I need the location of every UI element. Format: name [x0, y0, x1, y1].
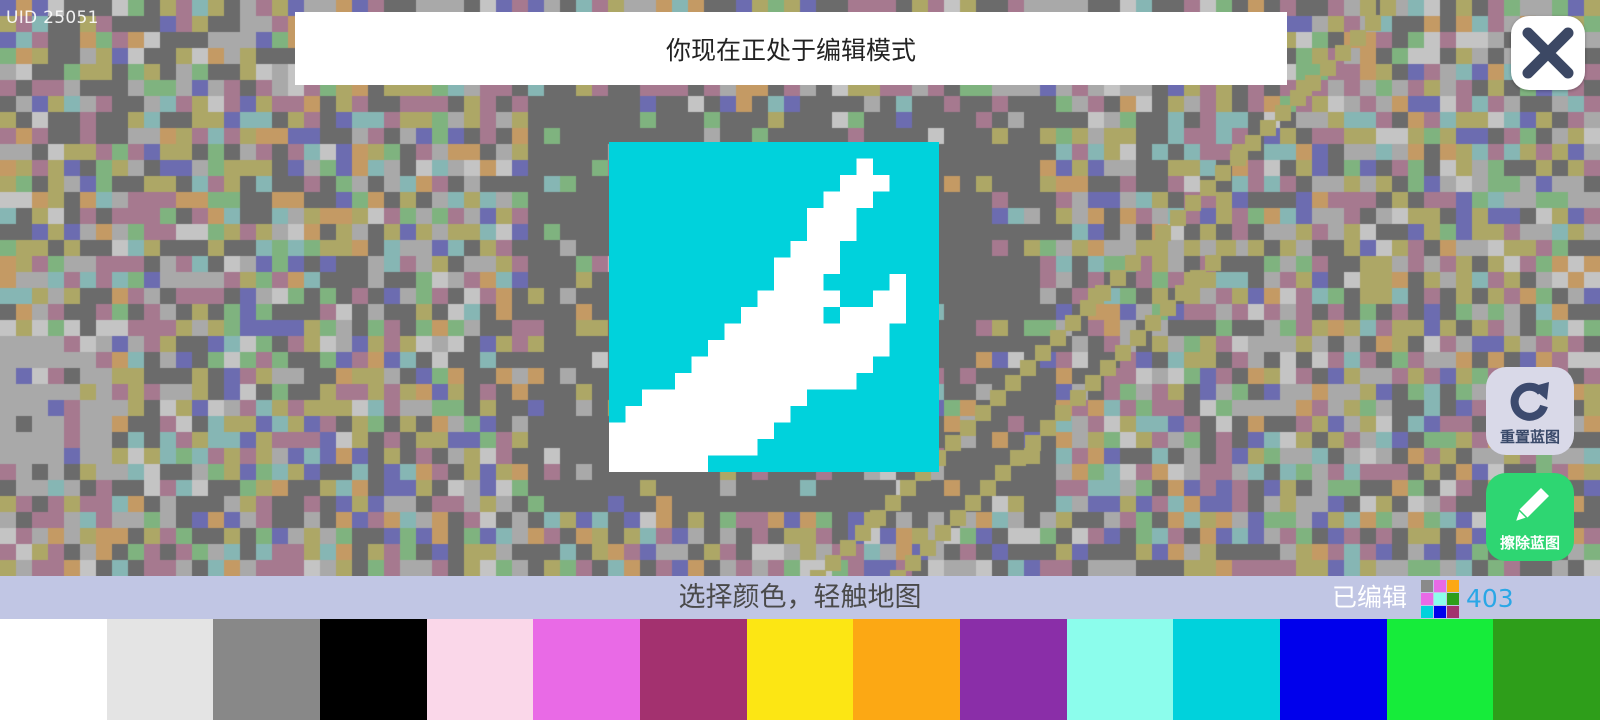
blueprint-preview — [609, 142, 939, 472]
color-swatch-dark-green[interactable] — [1493, 619, 1600, 720]
color-swatch-aqua[interactable] — [1066, 619, 1174, 720]
erase-blueprint-button[interactable]: 擦除蓝图 — [1486, 473, 1574, 561]
pixel-grid-icon — [1421, 580, 1459, 618]
color-swatch-light-pink[interactable] — [426, 619, 534, 720]
color-swatch-maroon[interactable] — [640, 619, 747, 720]
color-swatch-cyan[interactable] — [1173, 619, 1281, 720]
reset-blueprint-label: 重置蓝图 — [1499, 428, 1560, 446]
color-swatch-blue[interactable] — [1280, 619, 1387, 720]
banner-text: 你现在正处于编辑模式 — [665, 35, 916, 65]
close-icon — [1522, 27, 1574, 79]
color-swatch-green[interactable] — [1386, 619, 1494, 720]
color-swatch-white[interactable] — [0, 619, 107, 720]
rotate-icon — [1510, 382, 1549, 421]
mode-banner: 你现在正处于编辑模式 — [295, 12, 1287, 85]
erase-blueprint-label: 擦除蓝图 — [1499, 534, 1560, 552]
edited-count: 403 — [1466, 584, 1514, 613]
reset-blueprint-button[interactable]: 重置蓝图 — [1486, 367, 1574, 455]
color-palette — [0, 619, 1600, 720]
color-swatch-light-gray[interactable] — [106, 619, 214, 720]
color-swatch-purple[interactable] — [960, 619, 1067, 720]
close-button[interactable] — [1511, 16, 1585, 90]
color-swatch-black[interactable] — [320, 619, 427, 720]
color-swatch-yellow[interactable] — [746, 619, 854, 720]
pencil-icon — [1513, 488, 1549, 524]
color-swatch-orange[interactable] — [853, 619, 961, 720]
blueprint-image — [609, 142, 939, 472]
status-bar: 选择颜色，轻触地图 已编辑 403 — [0, 576, 1600, 619]
uid-label: UID 25051 — [6, 8, 99, 28]
edited-label: 已编辑 — [1332, 583, 1408, 612]
color-swatch-pink[interactable] — [533, 619, 641, 720]
color-swatch-gray[interactable] — [213, 619, 321, 720]
